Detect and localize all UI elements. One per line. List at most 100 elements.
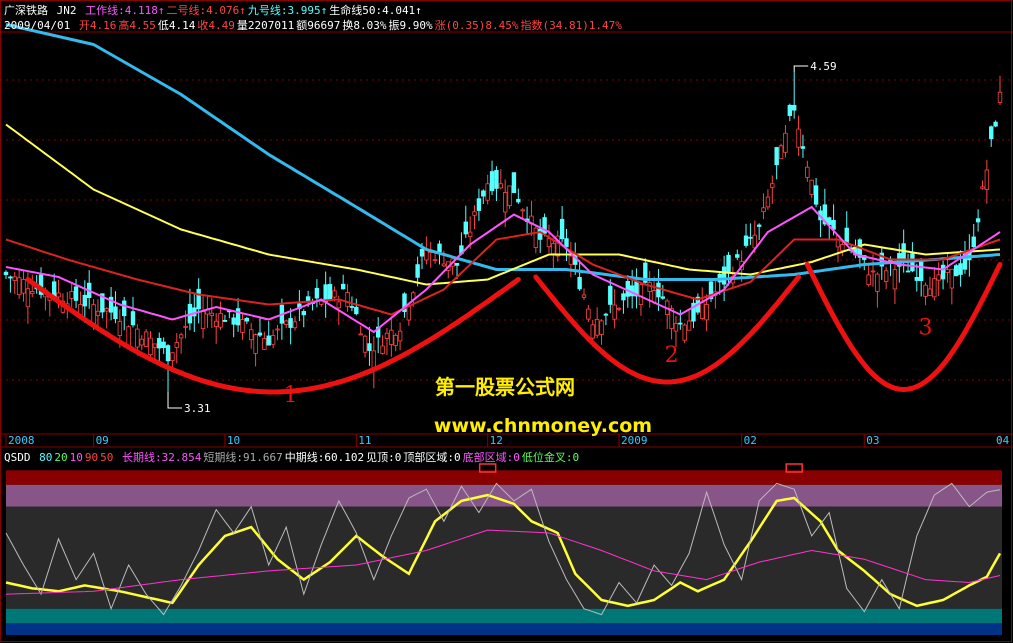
candle-body [91,304,96,325]
indicator-item-0: 长期线:32.854 [122,451,202,464]
candle-body [82,294,88,307]
bowl-curve-3 [804,262,1003,393]
candle-body [936,274,941,281]
candle-body [437,243,442,253]
candle-body [16,277,22,296]
candle-body [673,323,679,332]
candle-body [949,268,955,289]
candle-body [266,335,271,346]
candle-body [262,338,267,350]
candle-body [275,328,280,331]
indicator-item-2: 中期线:60.102 [284,451,365,464]
candle-body [69,291,74,299]
candle-body [647,282,652,292]
candle-body [257,332,263,336]
candle-body [638,284,644,306]
candle-body [218,312,223,328]
date-label-1: 09 [96,434,109,447]
indicator-item-3: 见顶:0 [366,451,402,464]
header-line: 广深铁路 JN2 工作线:4.118↑ 二号线:4.076↑ 九号线:3.995↑ 生… [4,2,424,18]
candle-body [178,334,184,339]
candle-body [581,294,587,298]
candle-body [358,333,363,336]
candle-body [564,238,569,248]
candle-body [761,207,766,213]
indicator-band-2 [6,506,1002,609]
candle-body [608,285,613,305]
ohlc-item-3: 收4.49 [197,19,235,32]
candle-body [270,335,276,345]
candle-body [809,179,814,195]
candle-body [349,306,355,308]
candle-body [918,261,924,282]
candle-body [927,288,933,296]
candle-body [866,274,871,286]
candle-body [756,224,762,227]
candle-body [590,324,595,339]
candle-body [362,335,368,353]
candle-body [805,166,810,178]
candle-body [393,334,398,346]
candle-body [923,284,928,297]
candle-body [126,326,131,346]
candle-body [301,311,306,316]
candle-body [494,170,499,189]
candle-body [678,322,683,325]
candle-body [507,185,512,207]
candle-body [621,293,626,301]
ohlc-item-5: 额96697 [296,19,341,32]
candle-body [463,221,468,235]
candle-body [323,284,328,303]
low-label: 3.31 [184,402,211,415]
candle-body [95,310,101,316]
candle-body [240,319,245,333]
candle-body [152,343,158,348]
candle-body [704,304,709,321]
indicator-param-2: 10 [69,451,83,464]
indicator-item-4: 顶部区域:0 [403,451,461,464]
candle-body [599,320,604,335]
indicator-item-5: 底部区域:0 [462,451,520,464]
indicator-param-4: 50 [100,451,114,464]
candle-body [340,283,346,290]
watermark-url: www.chnmoney.com [434,415,652,437]
candle-body [770,183,775,188]
header-line-value-0: 工作线:4.118↑ [85,4,165,17]
candle-body [997,91,1003,103]
candle-body [914,276,920,281]
candle-body [516,198,521,203]
candle-body [419,248,425,257]
candle-body [481,190,486,197]
candle-body [800,146,806,149]
candle-body [783,132,788,153]
ohlc-item-4: 量2207011 [236,19,295,32]
candle-body [577,276,582,290]
candle-body [735,254,740,258]
candle-body [231,317,236,325]
candle-body [791,104,797,111]
candle-body [284,320,289,325]
candle-body [612,304,617,320]
candle-body [511,172,517,193]
candle-body [813,185,819,205]
ohlc-item-6: 换8.03% [342,19,387,32]
candle-body [21,279,26,294]
indicator-band-3 [6,608,1002,624]
candle-body [135,328,140,348]
candle-body [594,319,600,336]
candle-body [30,291,35,295]
candle-body [765,196,771,208]
candle-body [721,266,727,285]
candle-body [651,290,657,303]
candle-body [498,183,504,189]
header-line-value-2: 九号线:3.995↑ [247,4,328,17]
candle-body [748,236,753,239]
candle-body [454,262,460,266]
candle-body [441,263,447,267]
candle-body [686,320,692,331]
bowl-label-2: 3 [919,316,933,341]
candle-body [489,171,495,192]
candle-body [472,211,477,216]
indicator-param-1: 20 [54,451,68,464]
candle-body [787,104,793,116]
